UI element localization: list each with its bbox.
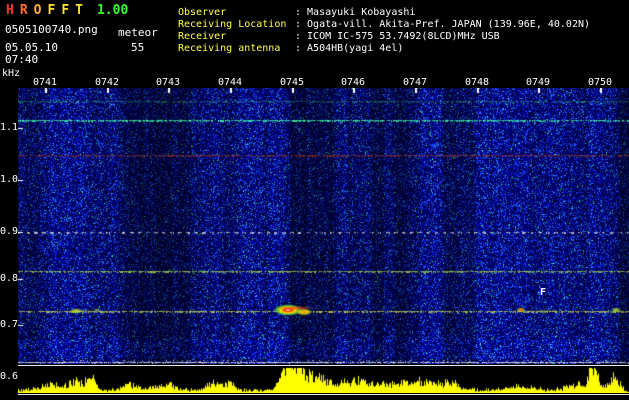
info-value-observer: : Masayuki Kobayashi bbox=[295, 7, 416, 18]
time-tick-label: 0742 bbox=[94, 77, 120, 88]
time-tick-label: 0741 bbox=[32, 77, 58, 88]
logo-letter: R bbox=[19, 3, 28, 18]
mode-label: meteor bbox=[118, 26, 158, 39]
freq-tick-label: 0.8 bbox=[0, 273, 19, 284]
freq-tick-label: 1.1 bbox=[0, 122, 19, 133]
logo-letter: F bbox=[61, 3, 70, 18]
time-tick-label: 0745 bbox=[279, 77, 305, 88]
amplitude-canvas bbox=[18, 367, 629, 393]
datetime-label: 05.05.10 07:40 bbox=[5, 41, 58, 66]
time-tick-label: 0746 bbox=[340, 77, 366, 88]
logo-version: 1.00 bbox=[96, 3, 129, 18]
freq-tick-label: 1.0 bbox=[0, 174, 19, 185]
freq-tick-label: 0.6 bbox=[0, 371, 19, 382]
frequency-unit-label: kHz bbox=[2, 68, 21, 79]
freq-tick-label: 0.7 bbox=[0, 319, 19, 330]
echo-count: 55 bbox=[131, 41, 145, 54]
time-tick-label: 0748 bbox=[464, 77, 490, 88]
echo-marker-f: F bbox=[540, 287, 547, 298]
separator-line-bottom bbox=[18, 394, 629, 395]
freq-tick-label: 0.9 bbox=[0, 226, 19, 237]
logo-letter: O bbox=[33, 3, 42, 18]
time-tick-label: 0750 bbox=[587, 77, 613, 88]
info-label-location: Receiving Location bbox=[178, 19, 287, 30]
logo-letter: T bbox=[75, 3, 83, 18]
info-value-antenna: : A504HB(yagi 4el) bbox=[295, 43, 404, 54]
info-label-receiver: Receiver bbox=[178, 31, 227, 42]
info-value-location: : Ogata-vill. Akita-Pref. JAPAN (139.96E… bbox=[295, 19, 591, 30]
info-label-observer: Observer bbox=[178, 7, 227, 18]
output-filename: 0505100740.png bbox=[5, 23, 98, 36]
time-tick-label: 0747 bbox=[402, 77, 428, 88]
time-tick-label: 0744 bbox=[217, 77, 243, 88]
info-value-receiver: : ICOM IC-575 53.7492(8LCD)MHz USB bbox=[295, 31, 500, 42]
time-tick-label: 0743 bbox=[155, 77, 181, 88]
logo-letter: H bbox=[6, 3, 14, 18]
spectrogram-canvas bbox=[18, 88, 629, 364]
info-label-antenna: Receiving antenna bbox=[178, 43, 281, 54]
time-tick-label: 0749 bbox=[525, 77, 551, 88]
separator-line-top bbox=[18, 365, 629, 366]
logo-letter: F bbox=[47, 3, 56, 18]
app-logo: H R O F F T 1.00 bbox=[6, 3, 134, 18]
